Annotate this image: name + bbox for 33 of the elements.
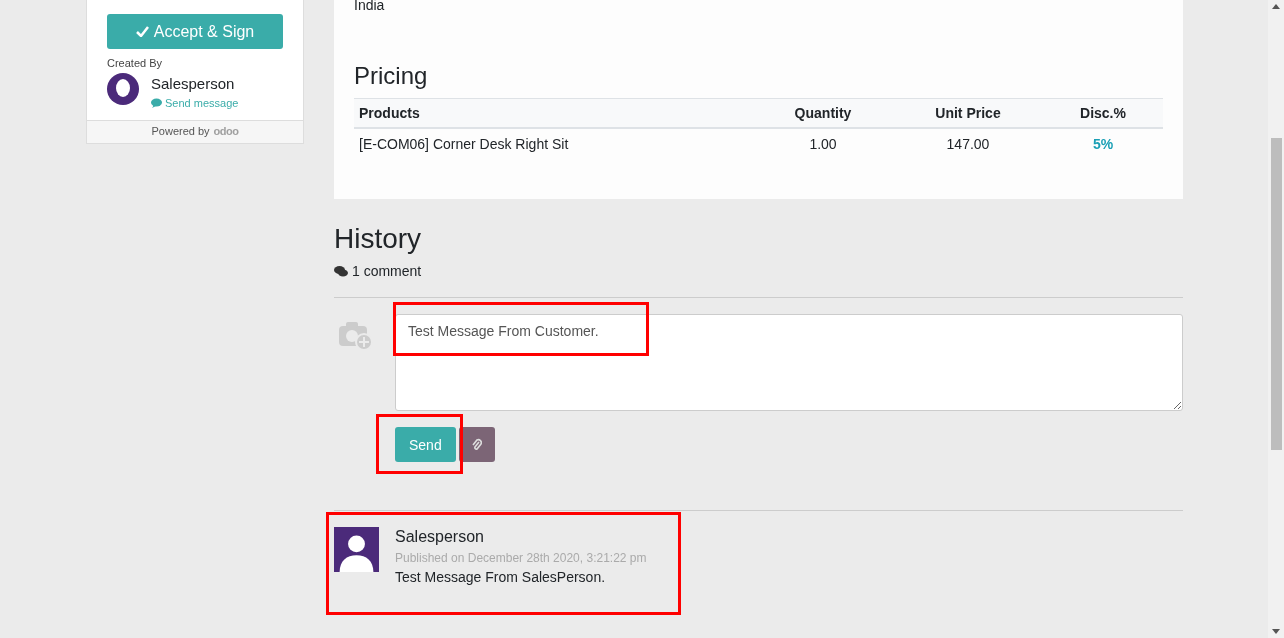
- message-text: Test Message From SalesPerson.: [395, 569, 607, 585]
- created-by-label: Created By: [107, 57, 164, 69]
- column-header: Unit Price: [893, 98, 1043, 128]
- column-header: Disc.%: [1043, 98, 1163, 128]
- avatar-icon: [107, 73, 139, 105]
- chat-icon: [151, 98, 162, 108]
- comment-count: 1 comment: [334, 263, 1183, 279]
- message-field[interactable]: Test Message From Customer.: [395, 314, 1183, 411]
- table-cell: [E-COM06] Corner Desk Right Sit: [354, 128, 753, 159]
- scrollbar[interactable]: [1268, 0, 1284, 638]
- send-message-link[interactable]: Send message: [151, 97, 239, 109]
- pricing-title: Pricing: [354, 62, 429, 90]
- paperclip-icon: [471, 438, 483, 451]
- odoo-logo: odoo: [213, 125, 239, 137]
- message-date: Published on December 28th 2020, 3:21:22 pm: [395, 551, 647, 565]
- column-header: Products: [354, 98, 753, 128]
- accept-sign-button[interactable]: Accept & Sign: [107, 14, 283, 49]
- powered-by-text: Powered by: [151, 125, 210, 137]
- avatar-icon: [334, 527, 379, 572]
- address-text: India: [354, 0, 386, 14]
- send-button[interactable]: Send: [395, 427, 456, 462]
- check-icon: [135, 26, 149, 37]
- table-cell: 1.00: [753, 128, 893, 159]
- scroll-up-icon[interactable]: [1272, 4, 1280, 9]
- message-author: Salesperson: [395, 528, 485, 546]
- camera-icon: [338, 320, 374, 352]
- discount-cell: 5%: [1043, 128, 1163, 159]
- column-header: Quantity: [753, 98, 893, 128]
- history-title: History: [334, 223, 423, 255]
- table-cell: 147.00: [893, 128, 1043, 159]
- author-name: Salesperson: [151, 75, 236, 92]
- comments-icon: [334, 265, 348, 277]
- scroll-down-icon[interactable]: [1272, 629, 1280, 634]
